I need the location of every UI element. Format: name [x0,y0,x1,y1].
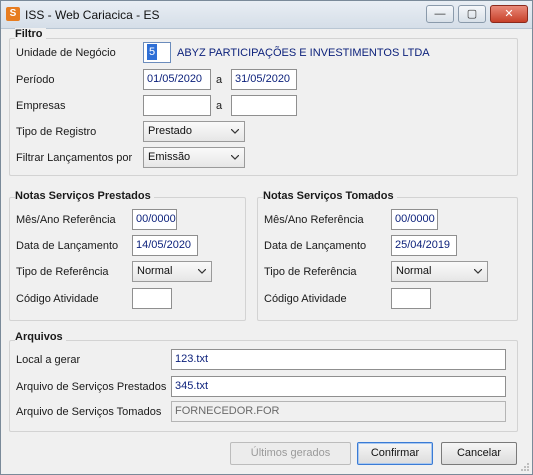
prestados-tipo-ref-select[interactable]: Normal [132,261,212,282]
arquivo-tomados-label: Arquivo de Serviços Tomados [16,406,162,418]
prestados-tipo-ref-value: Normal [137,265,173,277]
local-label: Local a gerar [16,354,81,366]
dialog-window: S ISS - Web Cariacica - ES — ▢ ✕ Filtro … [0,0,533,475]
local-input[interactable]: 123.txt [171,349,506,370]
filtrar-select[interactable]: Emissão [143,147,245,168]
prestados-mes-ano-input[interactable]: 00/0000 [132,209,177,230]
confirmar-button[interactable]: Confirmar [357,442,433,465]
close-button[interactable]: ✕ [490,5,528,23]
periodo-a-label: a [216,74,223,86]
unidade-label: Unidade de Negócio [16,47,116,59]
prestados-codigo-input[interactable] [132,288,172,309]
resize-grip-icon[interactable] [520,462,530,472]
app-icon: S [6,7,20,21]
empresas-label: Empresas [16,100,66,112]
tomados-title: Notas Serviços Tomados [263,190,397,202]
maximize-button[interactable]: ▢ [458,5,486,23]
prestados-mes-ano-label: Mês/Ano Referência [16,214,116,226]
periodo-to-input[interactable]: 31/05/2020 [231,69,297,90]
prestados-data-label: Data de Lançamento [16,240,119,252]
tomados-data-input[interactable]: 25/04/2019 [391,235,457,256]
arquivos-title: Arquivos [15,331,66,343]
periodo-label: Período [16,74,55,86]
arquivo-tomados-input: FORNECEDOR.FOR [171,401,506,422]
tomados-mes-ano-input[interactable]: 00/0000 [391,209,438,230]
tipo-registro-value: Prestado [148,125,193,137]
tomados-mes-ano-label: Mês/Ano Referência [264,214,364,226]
minimize-button[interactable]: — [426,5,454,23]
prestados-title: Notas Serviços Prestados [15,190,154,202]
chevron-down-icon [231,155,239,160]
window-title: ISS - Web Cariacica - ES [25,8,160,22]
unidade-code-input[interactable]: 5 [143,42,171,63]
empresas-to-input[interactable] [231,95,297,116]
title-bar[interactable]: S ISS - Web Cariacica - ES — ▢ ✕ [1,1,532,29]
tomados-data-label: Data de Lançamento [264,240,367,252]
tomados-tipo-ref-label: Tipo de Referência [264,266,357,278]
tipo-registro-select[interactable]: Prestado [143,121,245,142]
periodo-from-input[interactable]: 01/05/2020 [143,69,211,90]
unidade-code-value: 5 [147,44,158,60]
cancelar-button[interactable]: Cancelar [441,442,517,465]
unidade-name: ABYZ PARTICIPAÇÕES E INVESTIMENTOS LTDA [177,47,430,59]
chevron-down-icon [198,269,206,274]
tomados-codigo-label: Código Atividade [264,293,347,305]
tomados-tipo-ref-select[interactable]: Normal [391,261,488,282]
arquivo-prestados-label: Arquivo de Serviços Prestados [16,381,167,393]
empresas-a-label: a [216,100,223,112]
tipo-registro-label: Tipo de Registro [16,126,97,138]
filtrar-value: Emissão [148,151,191,163]
prestados-data-input[interactable]: 14/05/2020 [132,235,198,256]
empresas-from-input[interactable] [143,95,211,116]
ultimos-gerados-button: Últimos gerados [230,442,351,465]
arquivo-prestados-input[interactable]: 345.txt [171,376,506,397]
prestados-codigo-label: Código Atividade [16,293,99,305]
filtro-title: Filtro [15,28,46,40]
tomados-codigo-input[interactable] [391,288,431,309]
prestados-tipo-ref-label: Tipo de Referência [16,266,109,278]
chevron-down-icon [231,129,239,134]
filtrar-label: Filtrar Lançamentos por [16,152,133,164]
tomados-tipo-ref-value: Normal [396,265,432,277]
chevron-down-icon [474,269,482,274]
